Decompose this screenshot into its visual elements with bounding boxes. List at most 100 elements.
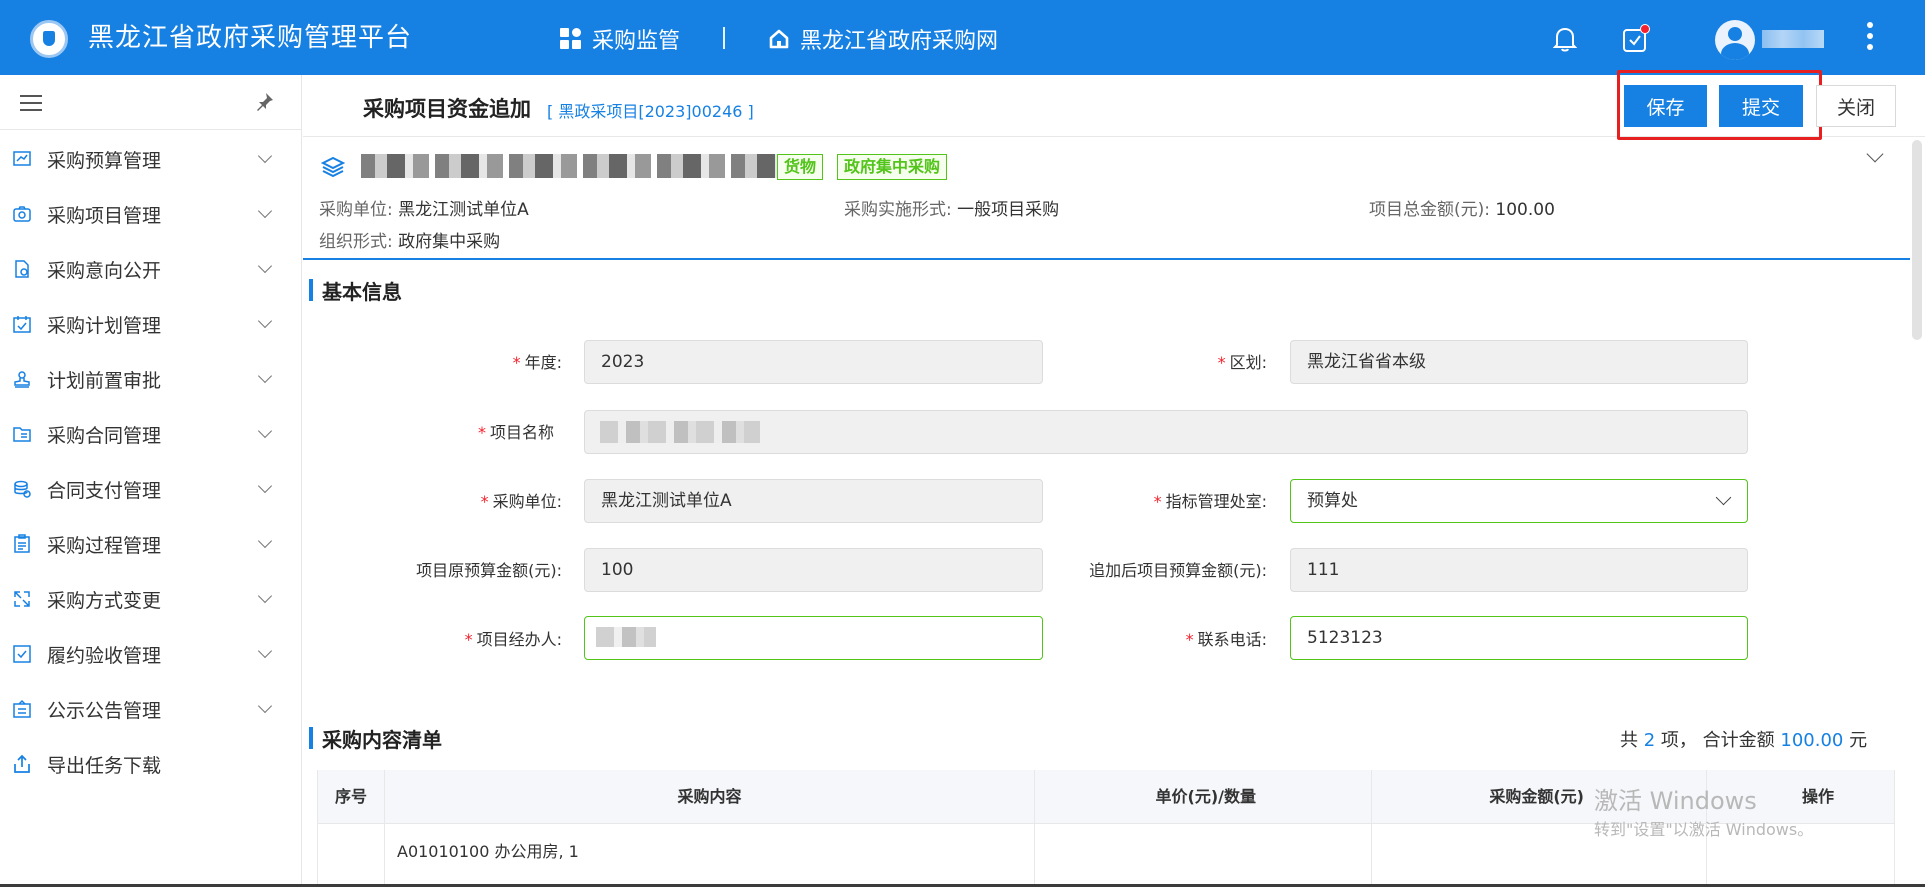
chart-icon: [13, 151, 31, 166]
chevron-down-icon: [257, 478, 273, 494]
camera-icon: [13, 206, 31, 222]
table-cell: A01010100 办公用房, 1: [385, 824, 1035, 887]
region-label: * 区划:: [1217, 353, 1267, 372]
board-icon: [13, 699, 31, 718]
pin-icon[interactable]: [255, 91, 275, 113]
avatar[interactable]: [1715, 20, 1755, 60]
sidebar-item-label: 采购预算管理: [47, 149, 162, 172]
chevron-down-icon: [257, 423, 273, 439]
chevron-down-icon: [257, 148, 273, 164]
logo-icon: [30, 20, 68, 58]
meta-organization: 组织形式: 政府集中采购: [319, 232, 501, 252]
manager-label: * 项目经办人:: [464, 630, 562, 649]
sidebar-item-label: 履约验收管理: [47, 644, 162, 667]
unit-field: 黑龙江测试单位A: [584, 479, 1043, 523]
vertical-scrollbar[interactable]: [1912, 140, 1922, 340]
checkbox-icon: [13, 645, 31, 663]
orig-budget-label: 项目原预算金额(元):: [416, 561, 562, 580]
nav-divider: [723, 27, 725, 49]
home-icon: [769, 29, 789, 49]
sidebar-item-contract[interactable]: 采购合同管理: [0, 409, 300, 459]
sidebar-item-label: 计划前置审批: [47, 369, 162, 392]
sidebar-item-label: 采购项目管理: [47, 204, 162, 227]
table-cell: [1035, 824, 1372, 887]
project-summary: 货物 政府集中采购 采购单位: 黑龙江测试单位A 采购实施形式: 一般项目采购 …: [303, 138, 1910, 260]
submit-button[interactable]: 提交: [1719, 85, 1803, 127]
tag-centralized: 政府集中采购: [837, 154, 948, 180]
chevron-down-icon: [257, 368, 273, 384]
sidebar-item-project[interactable]: 采购项目管理: [0, 189, 300, 239]
sidebar-item-budget[interactable]: 采购预算管理: [0, 134, 300, 184]
row-content: A01010100 办公用房, 1: [397, 842, 579, 861]
coins-icon: [14, 480, 31, 498]
chevron-down-icon[interactable]: [1866, 145, 1884, 163]
chevron-down-icon: [257, 698, 273, 714]
chevron-down-icon: [257, 258, 273, 274]
sidebar-item-payment[interactable]: 合同支付管理: [0, 464, 300, 514]
sidebar-item-method-change[interactable]: 采购方式变更: [0, 574, 300, 624]
page-title: 采购项目资金追加: [363, 97, 531, 121]
sidebar-item-intention[interactable]: 采购意向公开: [0, 244, 300, 294]
new-budget-label: 追加后项目预算金额(元):: [1089, 561, 1267, 580]
windows-watermark-subtitle: 转到"设置"以激活 Windows。: [1594, 820, 1814, 839]
sidebar-item-label: 公示公告管理: [47, 699, 162, 722]
sidebar-toolbar: [0, 75, 301, 130]
more-vertical-icon[interactable]: [1866, 22, 1874, 54]
calendar-icon: [13, 316, 31, 333]
year-label: * 年度:: [512, 353, 562, 372]
sidebar-item-label: 采购意向公开: [47, 259, 162, 282]
nav-label: 采购监管: [592, 29, 681, 54]
office-select-value: 预算处: [1307, 491, 1358, 511]
sidebar-item-label: 采购过程管理: [47, 534, 162, 557]
top-bar: 黑龙江省政府采购管理平台 采购监管 黑龙江省政府采购网: [0, 0, 1925, 75]
bell-icon[interactable]: [1553, 25, 1577, 53]
upload-icon: [14, 754, 30, 773]
office-select[interactable]: 预算处: [1290, 479, 1748, 523]
meta-unit: 采购单位: 黑龙江测试单位A: [319, 200, 529, 220]
sidebar-item-label: 导出任务下载: [47, 754, 162, 777]
manager-redacted: [596, 627, 656, 647]
windows-watermark-title: 激活 Windows: [1594, 787, 1757, 815]
sidebar-item-label: 采购计划管理: [47, 314, 162, 337]
sidebar-item-label: 采购方式变更: [47, 589, 162, 612]
sidebar-item-acceptance[interactable]: 履约验收管理: [0, 629, 300, 679]
nav-procurement-supervision[interactable]: 采购监管: [560, 24, 680, 54]
region-field: 黑龙江省省本级: [1290, 340, 1748, 384]
document-icon: [15, 260, 29, 278]
col-index: 序号: [317, 770, 385, 824]
close-button[interactable]: 关闭: [1816, 85, 1896, 127]
clipboard-icon: [14, 534, 30, 553]
sidebar-item-plan[interactable]: 采购计划管理: [0, 299, 300, 349]
phone-input[interactable]: 5123123: [1290, 616, 1748, 660]
year-field: 2023: [584, 340, 1043, 384]
chevron-down-icon: [257, 643, 273, 659]
meta-total-amount: 项目总金额(元): 100.00: [1369, 200, 1555, 220]
hamburger-menu-icon[interactable]: [20, 95, 42, 111]
stamp-icon: [14, 371, 30, 388]
nav-label: 黑龙江省政府采购网: [800, 29, 999, 54]
col-content: 采购内容: [385, 770, 1035, 824]
user-name[interactable]: [1762, 30, 1824, 48]
folder-icon: [13, 427, 31, 442]
phone-label: * 联系电话:: [1185, 630, 1267, 649]
sidebar-item-pre-approval[interactable]: 计划前置审批: [0, 354, 300, 404]
project-name-redacted: [361, 154, 781, 178]
save-button[interactable]: 保存: [1624, 85, 1707, 127]
chevron-down-icon: [257, 533, 273, 549]
col-unit-price: 单价(元)/数量: [1035, 770, 1372, 824]
layers-icon: [321, 156, 345, 178]
project-code: [ 黑政采项目[2023]00246 ]: [547, 102, 754, 121]
sidebar-item-label: 采购合同管理: [47, 424, 162, 447]
notification-dot: [1640, 24, 1650, 34]
nav-procurement-website[interactable]: 黑龙江省政府采购网: [768, 24, 998, 54]
meta-implementation: 采购实施形式: 一般项目采购: [844, 200, 1060, 220]
unit-label: * 采购单位:: [480, 492, 562, 511]
sidebar-item-export-download[interactable]: 导出任务下载: [0, 739, 300, 789]
chevron-down-icon: [1715, 489, 1732, 506]
sidebar-item-process[interactable]: 采购过程管理: [0, 519, 300, 569]
sidebar-item-announcement[interactable]: 公示公告管理: [0, 684, 300, 734]
chevron-down-icon: [257, 588, 273, 604]
sidebar-item-label: 合同支付管理: [47, 479, 162, 502]
project-name-redacted: [600, 421, 760, 443]
switch-icon: [14, 591, 30, 607]
